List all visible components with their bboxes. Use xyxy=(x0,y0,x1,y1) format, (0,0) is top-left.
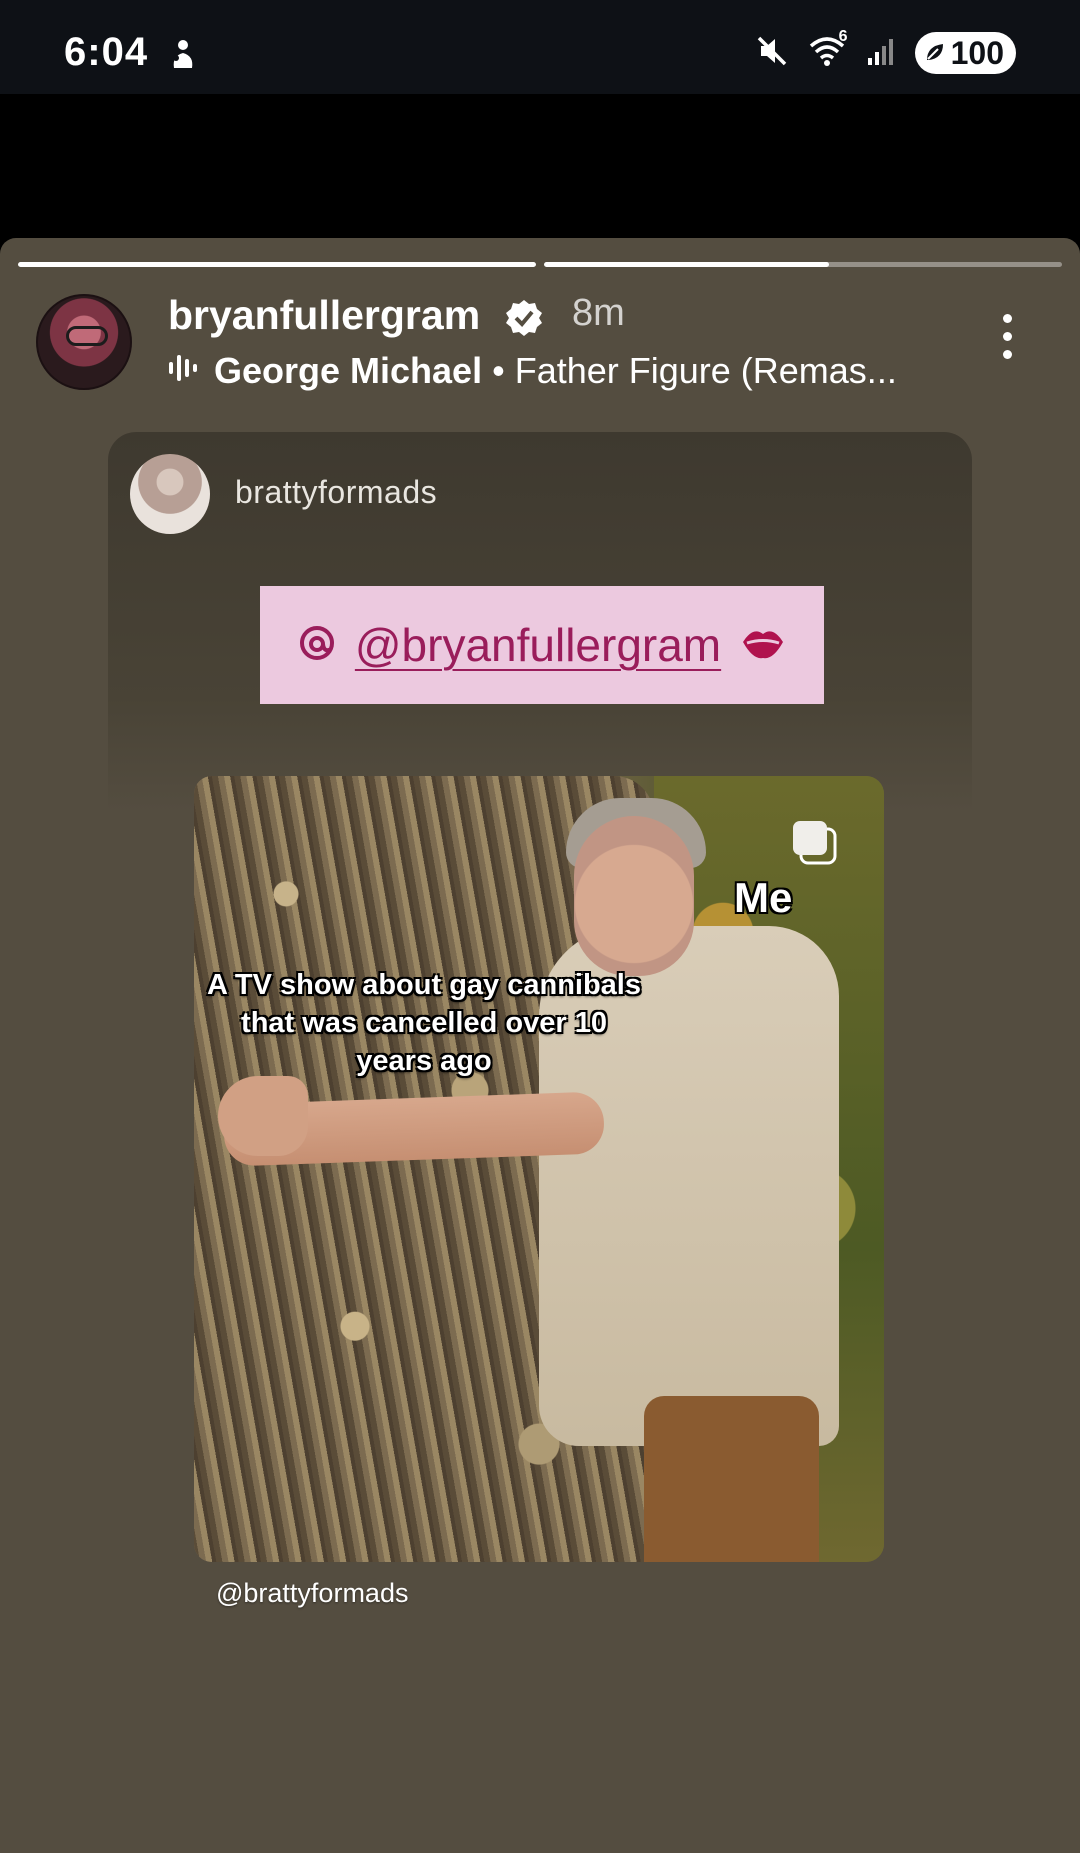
story-time-ago: 8m xyxy=(572,292,625,334)
story-username[interactable]: bryanfullergram xyxy=(168,292,480,339)
mention-text: @bryanfullergram xyxy=(354,619,722,671)
battery-saver-icon xyxy=(923,35,947,72)
top-spacer xyxy=(0,94,1080,240)
person-hand xyxy=(218,1076,308,1156)
music-artist: George Michael xyxy=(214,350,483,391)
carousel-icon xyxy=(788,816,840,873)
music-song: Father Figure (Remas... xyxy=(514,350,897,391)
status-icons: 6 100 xyxy=(755,28,1016,74)
music-attribution[interactable]: George Michael • Father Figure (Remas... xyxy=(168,350,897,392)
verified-icon xyxy=(504,298,544,343)
shared-post[interactable]: brattyformads @bryanfullergram xyxy=(108,432,972,812)
avatar[interactable] xyxy=(36,294,132,390)
battery-level: 100 xyxy=(950,34,1004,71)
meme-label: Me xyxy=(734,874,793,921)
cell-signal-icon xyxy=(867,36,897,71)
lips-icon xyxy=(739,622,787,669)
story-viewer[interactable]: bryanfullergram 8m George Michael • Fath… xyxy=(0,238,1080,1853)
status-time: 6:04 xyxy=(64,30,149,74)
mention-sticker[interactable]: @bryanfullergram xyxy=(260,586,824,704)
progress-segment xyxy=(18,262,536,267)
person-notification-icon xyxy=(168,38,198,77)
more-icon[interactable] xyxy=(990,314,1024,370)
story-progress-bar xyxy=(18,262,1062,267)
mute-icon xyxy=(755,34,789,73)
progress-segment xyxy=(544,262,1062,267)
post-username[interactable]: brattyformads xyxy=(235,474,437,511)
battery-indicator: 100 xyxy=(914,32,1016,74)
wifi-icon: 6 xyxy=(807,28,849,73)
threads-icon xyxy=(297,623,337,668)
status-bar: 6:04 6 100 xyxy=(0,0,1080,94)
person-head xyxy=(574,816,694,976)
meme-image[interactable]: A TV show about gay cannibals that was c… xyxy=(194,776,884,1562)
meme-caption: A TV show about gay cannibals that was c… xyxy=(207,969,641,1077)
wifi-standard-label: 6 xyxy=(838,27,848,45)
watermark: @brattyformads xyxy=(216,1578,409,1608)
post-avatar[interactable] xyxy=(130,454,210,534)
music-separator: • xyxy=(492,350,505,391)
music-bars-icon xyxy=(168,350,198,392)
person-pants xyxy=(644,1396,819,1562)
